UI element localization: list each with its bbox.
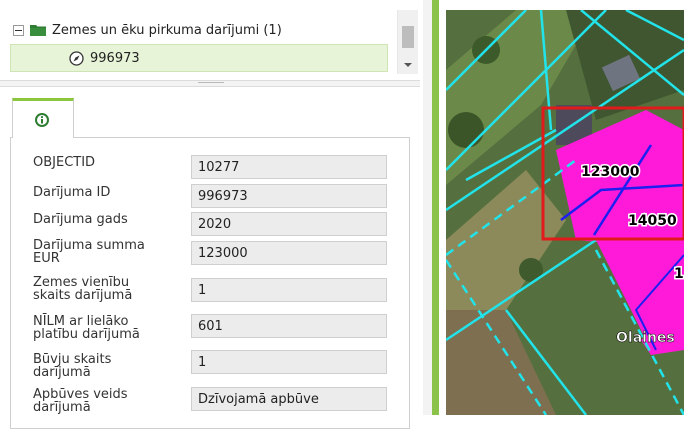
layer-tree: Zemes un ēku pirkuma darījumi (1) 996973: [0, 0, 420, 82]
field-label-land-units-count: Zemes vienību skaits darījumā: [33, 275, 133, 303]
tree-child-label: 996973: [90, 50, 140, 66]
parcel-label-123000: 123000: [581, 164, 640, 180]
tab-info[interactable]: [12, 98, 74, 138]
parcel-label-partial: 1: [674, 266, 684, 282]
panel-splitter[interactable]: [0, 80, 420, 87]
compass-icon: [69, 50, 84, 66]
splitter-grip[interactable]: [198, 82, 224, 85]
tree-node-transaction-996973[interactable]: 996973: [10, 44, 388, 72]
field-label-transaction-id: Darījuma ID: [33, 185, 111, 200]
field-label-transaction-year: Darījuma gads: [33, 212, 128, 227]
field-label-transaction-amount: Darījuma summa EUR: [33, 238, 145, 266]
attribute-table: OBJECTID 10277 Darījuma ID 996973 Darīju…: [10, 137, 410, 429]
field-label-objectid: OBJECTID: [33, 155, 96, 170]
tree-node-transactions[interactable]: Zemes un ēku pirkuma darījumi (1): [10, 17, 390, 43]
tree-node-label: Zemes un ēku pirkuma darījumi (1): [52, 22, 282, 38]
tree-scrollbar[interactable]: [397, 10, 418, 74]
panel-divider-accent: [432, 0, 439, 415]
tree-canopy: [448, 112, 484, 148]
field-value-transaction-year: 2020: [191, 212, 387, 236]
field-value-transaction-id: 996973: [191, 184, 387, 208]
parcel-label-14050: 14050: [628, 213, 677, 229]
field-value-transaction-amount: 123000: [191, 241, 387, 265]
collapse-minus-icon[interactable]: [13, 24, 24, 36]
folder-icon: [30, 25, 46, 36]
field-value-building-count: 1: [191, 350, 387, 374]
map-canvas[interactable]: 123000 14050 1 Olaines: [446, 10, 684, 415]
panel-divider[interactable]: [423, 0, 432, 415]
field-value-objectid: 10277: [191, 155, 387, 179]
panel-divider-gap: [439, 0, 446, 415]
scrollbar-thumb[interactable]: [402, 26, 414, 48]
field-value-building-type: Dzīvojamā apbūve: [191, 387, 387, 411]
details-panel: OBJECTID 10277 Darījuma ID 996973 Darīju…: [10, 98, 410, 429]
scroll-down-arrow-icon[interactable]: [404, 63, 412, 67]
field-value-largest-area-nilm: 601: [191, 314, 387, 338]
field-label-largest-area-nilm: NĪLM ar lielāko platību darījumā: [33, 314, 140, 342]
street-label: Olaines: [616, 330, 675, 346]
field-label-building-count: Būvju skaits darījumā: [33, 352, 112, 380]
field-label-building-type: Apbūves veids darījumā: [33, 387, 128, 415]
map-view[interactable]: 123000 14050 1 Olaines: [446, 10, 684, 415]
field-value-land-units-count: 1: [191, 278, 387, 302]
info-icon: [35, 113, 49, 127]
